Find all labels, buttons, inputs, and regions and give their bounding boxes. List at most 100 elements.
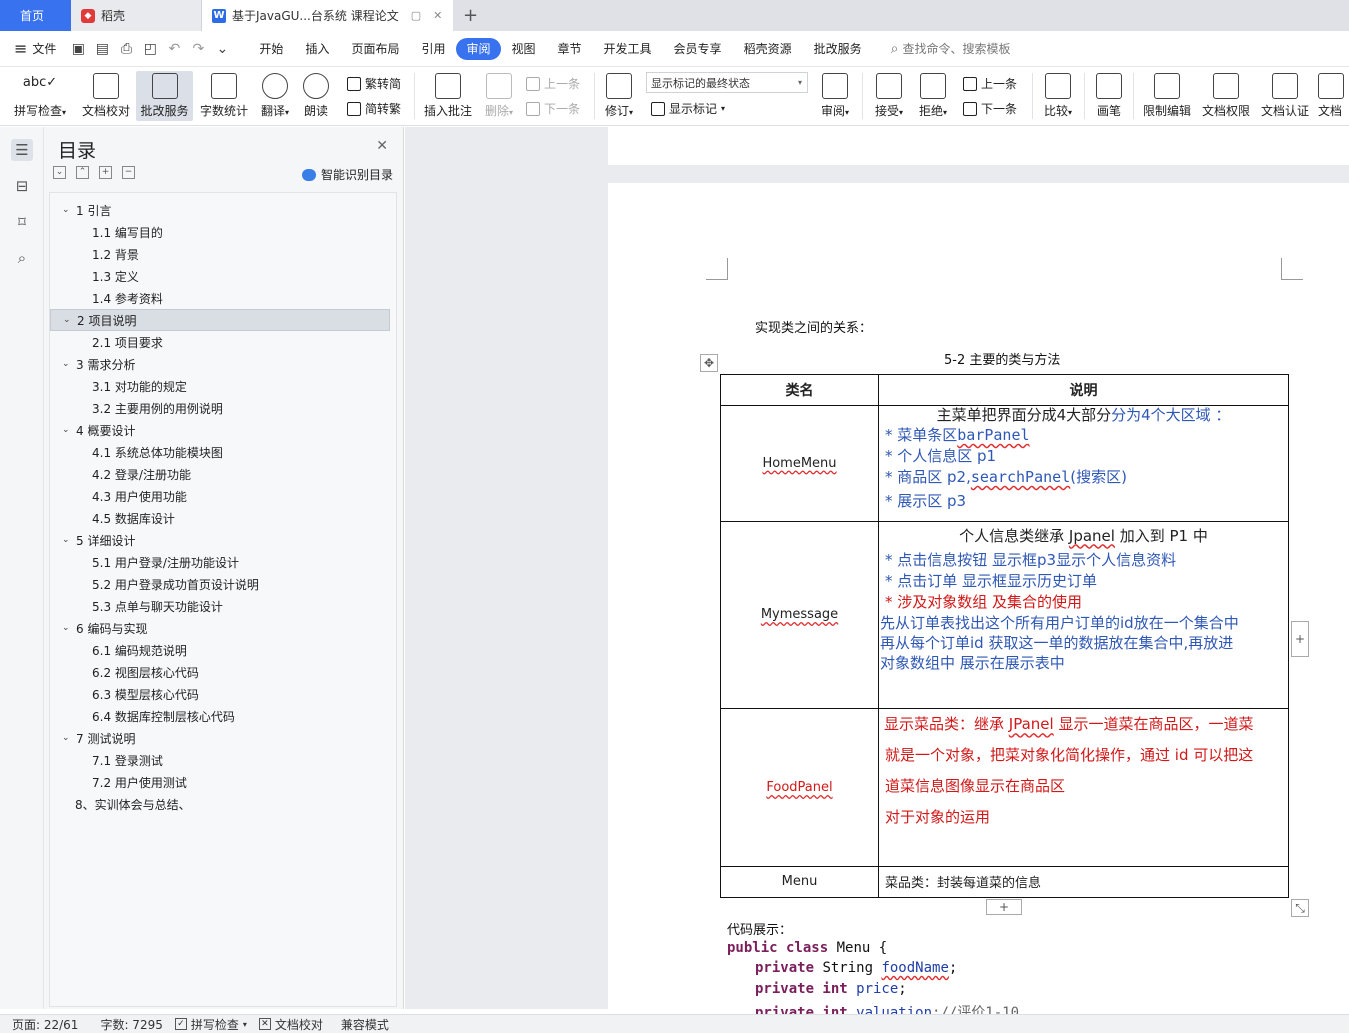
translate-button[interactable]: 翻译▾: [256, 71, 294, 121]
menu-tab-9[interactable]: 稻壳资源: [733, 38, 803, 60]
new-tab-button[interactable]: +: [453, 0, 488, 31]
doc-more-button[interactable]: 文档: [1318, 71, 1349, 121]
doc-certify-button[interactable]: 文档认证: [1258, 71, 1312, 121]
read-aloud-button[interactable]: 朗读: [300, 71, 332, 121]
smart-toc-button[interactable]: 智能识别目录: [301, 166, 393, 183]
table-resize-handle[interactable]: ⤡: [1291, 899, 1309, 917]
track-changes-button[interactable]: 修订▾: [600, 71, 638, 121]
toc-item[interactable]: 4.1 系统总体功能模块图: [50, 441, 390, 463]
next-change-button[interactable]: 下一条: [963, 100, 1017, 117]
toc-nav-icon[interactable]: ☰: [11, 139, 33, 161]
accept-change-button[interactable]: 接受▾: [870, 71, 908, 121]
menu-tab-5[interactable]: 视图: [501, 38, 547, 60]
toc-item[interactable]: 1.4 参考资料: [50, 287, 390, 309]
command-search[interactable]: ⌕ 查找命令、搜索模板: [891, 40, 1011, 57]
toc-item[interactable]: 6.4 数据库控制层核心代码: [50, 705, 390, 727]
file-menu[interactable]: ≡ 文件: [14, 39, 56, 58]
toc-item[interactable]: ⌄ 3 需求分析: [50, 353, 390, 375]
toc-item[interactable]: 5.2 用户登录成功首页设计说明: [50, 573, 390, 595]
toc-item[interactable]: 7.2 用户使用测试: [50, 771, 390, 793]
expand-all-icon[interactable]: ⌄: [53, 166, 66, 179]
print-icon[interactable]: ⎙: [118, 41, 134, 57]
chevron-down-icon[interactable]: ⌄: [62, 623, 76, 633]
menu-tab-8[interactable]: 会员专享: [663, 38, 733, 60]
customize-dropdown-icon[interactable]: ⌄: [214, 41, 230, 57]
description-cell[interactable]: 个人信息类继承 Jpanel 加入到 P1 中 * 点击信息按钮 显示框p3显示…: [878, 520, 1289, 710]
toc-item[interactable]: 4.2 登录/注册功能: [50, 463, 390, 485]
toc-item[interactable]: 6.3 模型层核心代码: [50, 683, 390, 705]
toc-item[interactable]: 7.1 登录测试: [50, 749, 390, 771]
table-move-handle[interactable]: ✥: [700, 354, 718, 372]
toc-item[interactable]: 8、实训体会与总结、: [50, 793, 390, 815]
chevron-down-icon[interactable]: ⌄: [63, 315, 77, 325]
toc-item[interactable]: 2.1 项目要求: [50, 331, 390, 353]
toc-item[interactable]: ⌄ 6 编码与实现: [50, 617, 390, 639]
markup-state-select[interactable]: 显示标记的最终状态 ▾: [646, 72, 808, 93]
chevron-down-icon[interactable]: ⌄: [62, 535, 76, 545]
menu-tab-0[interactable]: 开始: [248, 38, 294, 60]
bookmark-icon[interactable]: ⌑: [11, 211, 33, 233]
chapter-nav-icon[interactable]: ⊟: [11, 175, 33, 197]
toc-item[interactable]: 1.3 定义: [50, 265, 390, 287]
find-icon[interactable]: ⌕: [11, 247, 33, 269]
toc-item[interactable]: 6.2 视图层核心代码: [50, 661, 390, 683]
toc-item[interactable]: ⌄ 2 项目说明: [50, 309, 390, 331]
toc-item[interactable]: 4.5 数据库设计: [50, 507, 390, 529]
export-pdf-icon[interactable]: ▤: [94, 41, 110, 57]
add-row-handle[interactable]: +: [986, 899, 1022, 915]
document-page[interactable]: 实现类之间的关系： 5-2 主要的类与方法 ✥ 类名 说明 HomeMenu 主…: [608, 183, 1349, 1014]
prev-comment-button[interactable]: 上一条: [526, 75, 580, 92]
class-method-table[interactable]: 类名 说明 HomeMenu 主菜单把界面分成4大部分分为4个大区域 ： * 菜…: [720, 373, 1289, 899]
tab-document[interactable]: W 基于JavaGU...台系统 课程论文 ▢ ✕: [202, 0, 453, 31]
doc-check-button[interactable]: 文档校对: [79, 71, 133, 121]
next-comment-button[interactable]: 下一条: [526, 100, 580, 117]
print-preview-icon[interactable]: ◰: [142, 41, 158, 57]
reject-change-button[interactable]: 拒绝▾: [914, 71, 952, 121]
spell-check-button[interactable]: abc✓ 拼写检查▾: [8, 71, 72, 121]
chevron-down-icon[interactable]: ⌄: [62, 359, 76, 369]
show-markup-button[interactable]: 显示标记 ▾: [651, 100, 725, 117]
class-cell[interactable]: Menu: [720, 865, 879, 899]
close-panel-icon[interactable]: ✕: [376, 138, 388, 154]
pigai-service-button[interactable]: 批改服务: [136, 71, 193, 121]
description-cell[interactable]: 显示菜品类：继承 JPanel 显示一道菜在商品区，一道菜 就是一个对象，把菜对…: [878, 708, 1289, 867]
menu-tab-6[interactable]: 章节: [547, 38, 593, 60]
pin-tab-icon[interactable]: ▢: [411, 9, 421, 22]
word-count-button[interactable]: 字数统计: [198, 71, 250, 121]
remove-heading-icon[interactable]: −: [122, 166, 135, 179]
toc-item[interactable]: ⌄ 5 详细设计: [50, 529, 390, 551]
toc-item[interactable]: 5.1 用户登录/注册功能设计: [50, 551, 390, 573]
redo-icon[interactable]: ↷: [190, 41, 206, 57]
review-pane-button[interactable]: 审阅▾: [816, 71, 854, 121]
description-cell[interactable]: 菜品类：封装每道菜的信息: [878, 865, 1289, 899]
save-icon[interactable]: ▣: [70, 41, 86, 57]
toc-item[interactable]: 1.2 背景: [50, 243, 390, 265]
class-cell[interactable]: Mymessage: [720, 520, 879, 710]
collapse-all-icon[interactable]: ⌃: [76, 166, 89, 179]
page-indicator[interactable]: 页面: 22/61: [12, 1016, 78, 1033]
add-heading-icon[interactable]: +: [99, 166, 112, 179]
menu-tab-10[interactable]: 批改服务: [803, 38, 873, 60]
toc-item[interactable]: ⌄ 4 概要设计: [50, 419, 390, 441]
tab-daoke[interactable]: ◆ 稻壳: [71, 0, 202, 31]
description-cell[interactable]: 主菜单把界面分成4大部分分为4个大区域 ： * 菜单条区barPanel * 个…: [878, 405, 1289, 522]
toc-item[interactable]: ⌄ 1 引言: [50, 199, 390, 221]
menu-tab-7[interactable]: 开发工具: [593, 38, 663, 60]
toc-item[interactable]: 3.1 对功能的规定: [50, 375, 390, 397]
chevron-down-icon[interactable]: ⌄: [62, 733, 76, 743]
add-column-handle[interactable]: +: [1291, 621, 1309, 657]
toc-item[interactable]: ⌄ 7 测试说明: [50, 727, 390, 749]
toc-item[interactable]: 6.1 编码规范说明: [50, 639, 390, 661]
chevron-down-icon[interactable]: ⌄: [62, 205, 76, 215]
delete-comment-button[interactable]: 删除▾: [480, 71, 518, 121]
status-doc-check[interactable]: ✕ 文档校对: [258, 1016, 323, 1033]
toc-item[interactable]: 3.2 主要用例的用例说明: [50, 397, 390, 419]
undo-icon[interactable]: ↶: [166, 41, 182, 57]
menu-tab-3[interactable]: 引用: [410, 38, 456, 60]
prev-change-button[interactable]: 上一条: [963, 75, 1017, 92]
pen-button[interactable]: 画笔: [1092, 71, 1126, 121]
toc-item[interactable]: 4.3 用户使用功能: [50, 485, 390, 507]
word-count-indicator[interactable]: 字数: 7295: [100, 1016, 162, 1033]
document-canvas[interactable]: 实现类之间的关系： 5-2 主要的类与方法 ✥ 类名 说明 HomeMenu 主…: [405, 127, 1349, 1014]
toc-item[interactable]: 5.3 点单与聊天功能设计: [50, 595, 390, 617]
